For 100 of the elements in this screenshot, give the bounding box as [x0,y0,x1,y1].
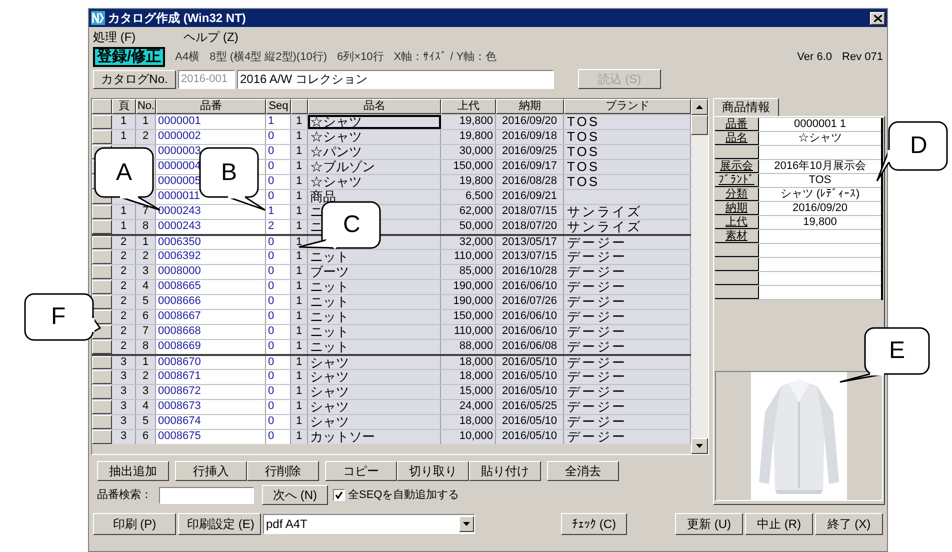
table-cell: 2013/05/17 [496,236,564,249]
property-label: ﾌﾞﾗﾝﾄﾞ [715,174,759,187]
printer-dropdown[interactable]: pdf A4T [263,514,475,534]
toolbar-button[interactable]: 行削除 [247,461,319,481]
table-cell: 2016/08/28 [496,175,564,189]
toolbar-button[interactable]: コピー [325,461,397,481]
table-cell: デージー [564,295,691,309]
table-cell: 1 [291,160,308,174]
table-cell: 1 [266,115,291,129]
table-cell: 0 [266,370,291,384]
table-cell: 2016/07/26 [496,295,564,309]
row-header[interactable] [92,265,112,279]
row-header[interactable] [92,295,112,309]
table-cell: デージー [564,236,691,249]
table-cell: 1 [112,220,136,234]
row-header[interactable] [92,400,112,414]
table-cell: 4 [136,400,156,414]
column-header[interactable]: 品番 [156,99,266,114]
table-cell: 18,000 [441,356,496,369]
table-cell: 3 [136,385,156,399]
check-button[interactable]: ﾁｪｯｸ (C) [561,513,627,535]
table-cell: デージー [564,265,691,279]
row-header[interactable] [92,205,112,219]
table-cell: ☆パンツ [308,145,441,159]
table-cell: 0000243 [156,220,266,234]
table-cell: 10,000 [441,430,496,444]
action-button[interactable]: 中止 (R) [745,513,813,535]
callout-letter: A [116,160,132,184]
layout-info: 8型 (横4型 縦2型)(10行) [210,50,327,65]
app-logo-icon [91,11,105,25]
table-cell: 50,000 [441,220,496,234]
table-cell: 2016/05/25 [496,400,564,414]
row-header[interactable] [92,356,112,369]
table-cell: 0008673 [156,400,266,414]
close-button[interactable] [870,12,885,24]
table-cell: 2 [112,280,136,294]
column-header[interactable]: 上代 [441,99,496,114]
table-cell: 1 [112,130,136,144]
table-cell: 8 [136,220,156,234]
row-header[interactable] [92,250,112,264]
table-cell: 4 [136,280,156,294]
row-header[interactable] [92,385,112,399]
row-header[interactable] [92,415,112,429]
checkmark-icon [335,491,343,499]
row-header[interactable] [92,280,112,294]
table-cell: 2016/09/18 [496,130,564,144]
catalog-number-label: カタログNo. [93,70,176,88]
property-label: 展示会 [715,160,759,173]
auto-add-checkbox[interactable] [333,489,345,501]
column-header[interactable]: Seq [266,99,291,114]
menu-item[interactable]: 処理 (F) [93,28,136,46]
print-button[interactable]: 印刷 (P) [93,513,176,535]
column-header[interactable] [291,99,308,114]
table-cell: デージー [564,325,691,339]
menu-item[interactable]: ヘルプ (Z) [184,28,238,46]
panel-tab[interactable]: 商品情報 [713,98,779,116]
row-header[interactable] [92,115,112,129]
column-header[interactable]: No. [136,99,156,114]
action-button[interactable]: 終了 (X) [815,513,883,535]
table-cell: 150,000 [441,310,496,324]
column-header[interactable]: 品名 [308,99,441,114]
toolbar-button[interactable]: 抽出追加 [97,461,169,481]
scrollbar-thumb[interactable] [691,115,708,135]
toolbar-button[interactable]: 切り取り [397,461,469,481]
action-button[interactable]: 更新 (U) [675,513,743,535]
table-cell: ニット [308,295,441,309]
table-cell: 0 [266,415,291,429]
column-header[interactable]: ブランド [564,99,691,114]
table-cell: シャツ [308,415,441,429]
row-header[interactable] [92,220,112,234]
table-cell: TOS [564,175,691,189]
table-cell: 19,800 [441,130,496,144]
property-label: 上代 [715,216,759,229]
column-header[interactable]: 納期 [496,99,564,114]
layout-info: 6列×10行 [337,50,384,65]
table-cell: 0 [266,325,291,339]
table-cell: シャツ [308,385,441,399]
table-cell: 2 [266,220,291,234]
toolbar-button[interactable]: 行挿入 [175,461,247,481]
row-header[interactable] [92,430,112,444]
search-field[interactable] [159,486,254,504]
table-cell: 2016/05/10 [496,385,564,399]
table-cell: 0000002 [156,130,266,144]
toolbar-button[interactable]: 貼り付け [469,461,541,481]
column-header[interactable]: 頁 [112,99,136,114]
row-header[interactable] [92,340,112,354]
row-header[interactable] [92,370,112,384]
row-header[interactable] [92,236,112,249]
table-cell: デージー [564,340,691,354]
callout-letter: D [910,134,928,158]
catalog-name-field[interactable]: 2016 A/W コレクション [237,70,554,88]
next-button[interactable]: 次へ (N) [262,485,328,505]
row-header[interactable] [92,130,112,144]
table-cell: ☆シャツ [308,130,441,144]
vertical-scrollbar[interactable] [691,99,708,454]
toolbar-button[interactable]: 全消去 [547,461,619,481]
layout-info: A4横 [175,50,200,65]
table-cell: 1 [291,205,308,219]
print-settings-button[interactable]: 印刷設定 (E) [178,513,261,535]
property-label: 品番 [715,118,759,131]
